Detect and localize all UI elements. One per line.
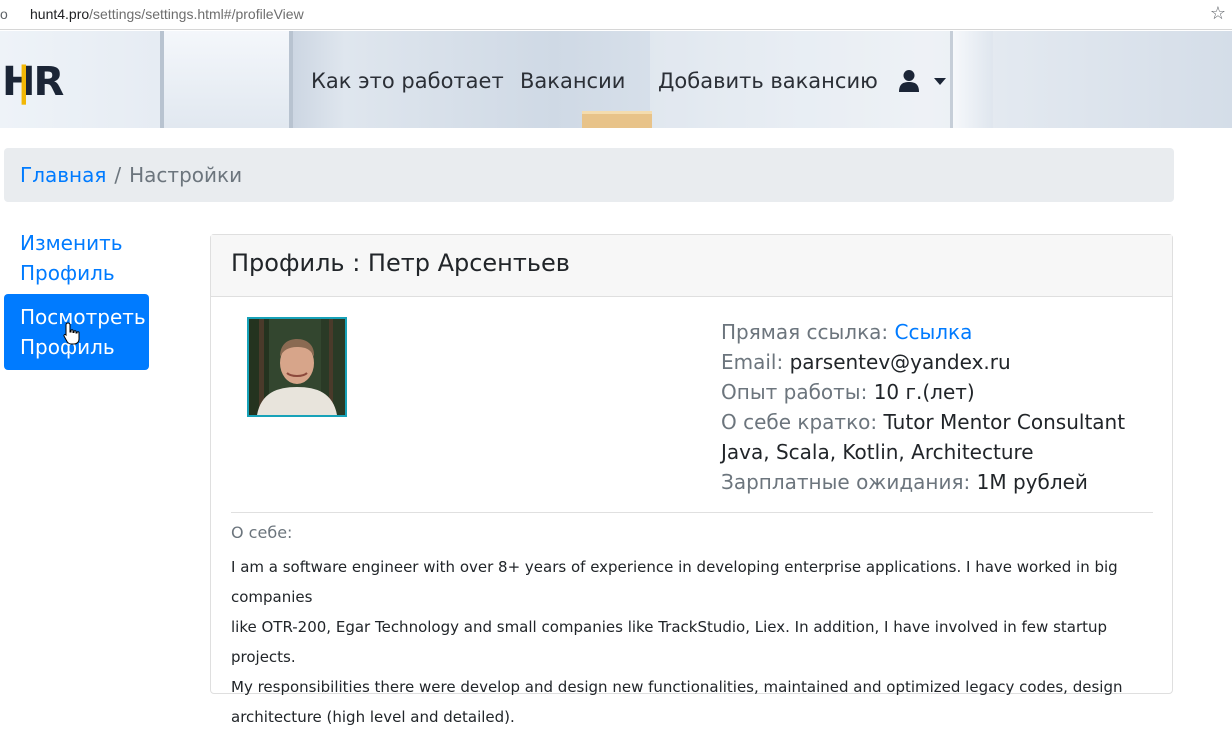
about-line: like OTR-200, Egar Technology and small … <box>231 618 1108 666</box>
salary-label: Зарплатные ожидания: <box>721 470 971 494</box>
nav-vacancies[interactable]: Вакансии <box>520 69 625 93</box>
nav-add-vacancy[interactable]: Добавить вакансию <box>658 69 878 93</box>
breadcrumb-separator: / <box>114 163 122 187</box>
chevron-down-icon <box>934 78 946 85</box>
experience-row: Опыт работы: 10 г.(лет) <box>721 377 1161 407</box>
breadcrumb: Главная / Настройки <box>4 148 1174 202</box>
profile-title: Профиль : Петр Арсентьев <box>231 249 570 277</box>
about-short-value-line2: Java, Scala, Kotlin, Architecture <box>721 440 1034 464</box>
email-row: Email: parsentev@yandex.ru <box>721 347 1161 377</box>
sidebar-edit-profile-link[interactable]: Изменить Профиль <box>20 228 160 288</box>
profile-info: Прямая ссылка: Ссылка Email: parsentev@y… <box>721 317 1161 497</box>
salary-value: 1M рублей <box>976 470 1088 494</box>
email-label: Email: <box>721 350 784 374</box>
profile-card-header: Профиль : Петр Арсентьев <box>211 235 1172 297</box>
about-line: My responsibilities there were develop a… <box>231 678 1123 696</box>
experience-label: Опыт работы: <box>721 380 868 404</box>
experience-value: 10 г.(лет) <box>873 380 975 404</box>
sidebar-edit-line1: Изменить <box>20 231 123 255</box>
about-short-label: О себе кратко: <box>721 410 878 434</box>
about-line: architecture (high level and detailed). <box>231 708 515 726</box>
about-short-row: О себе кратко: Tutor Mentor Consultant <box>721 407 1161 437</box>
hand-cursor-icon <box>63 322 80 345</box>
profile-card: Профиль : Петр Арсентьев Прямая ссылка: … <box>210 234 1173 726</box>
logo-letter-r: R <box>33 59 64 105</box>
email-value: parsentev@yandex.ru <box>789 350 1011 374</box>
user-menu-dropdown[interactable] <box>898 69 950 95</box>
header-background-window-right <box>950 31 993 128</box>
breadcrumb-home-link[interactable]: Главная <box>20 163 106 187</box>
site-logo[interactable]: H | R <box>2 59 64 105</box>
url-path: /settings/settings.html#/profileView <box>89 6 304 22</box>
browser-address-bar[interactable]: o hunt4.pro/settings/settings.html#/prof… <box>0 0 1232 30</box>
browser-left-glyph: o <box>0 6 8 22</box>
direct-link-row: Прямая ссылка: Ссылка <box>721 317 1161 347</box>
logo-accent: | <box>16 59 31 105</box>
about-short-value-line1: Tutor Mentor Consultant <box>883 410 1126 434</box>
nav-how-it-works[interactable]: Как это работает <box>311 69 504 93</box>
user-icon <box>899 70 919 92</box>
bookmark-star-icon[interactable]: ☆ <box>1210 3 1226 24</box>
direct-link[interactable]: Ссылка <box>895 320 973 344</box>
url-host: hunt4.pro <box>30 6 90 22</box>
avatar-photo <box>249 319 345 415</box>
sidebar-view-line1: Посмотреть <box>20 305 146 329</box>
section-divider <box>231 512 1153 513</box>
about-text: I am a software engineer with over 8+ ye… <box>231 552 1161 732</box>
profile-avatar <box>247 317 347 417</box>
about-line: I am a software engineer with over 8+ ye… <box>231 558 1118 606</box>
url-field[interactable]: hunt4.pro/settings/settings.html#/profil… <box>30 6 304 22</box>
direct-link-label: Прямая ссылка: <box>721 320 889 344</box>
about-label: О себе: <box>231 523 293 542</box>
salary-row: Зарплатные ожидания: 1M рублей <box>721 467 1161 497</box>
breadcrumb-current: Настройки <box>129 163 243 187</box>
sidebar-view-line2: Профиль <box>20 335 115 359</box>
header-background-window <box>160 31 293 128</box>
header-background-door <box>582 111 652 128</box>
site-header: H | R Как это работает Вакансии Добавить в… <box>0 31 1232 128</box>
sidebar-edit-line2: Профиль <box>20 261 115 285</box>
